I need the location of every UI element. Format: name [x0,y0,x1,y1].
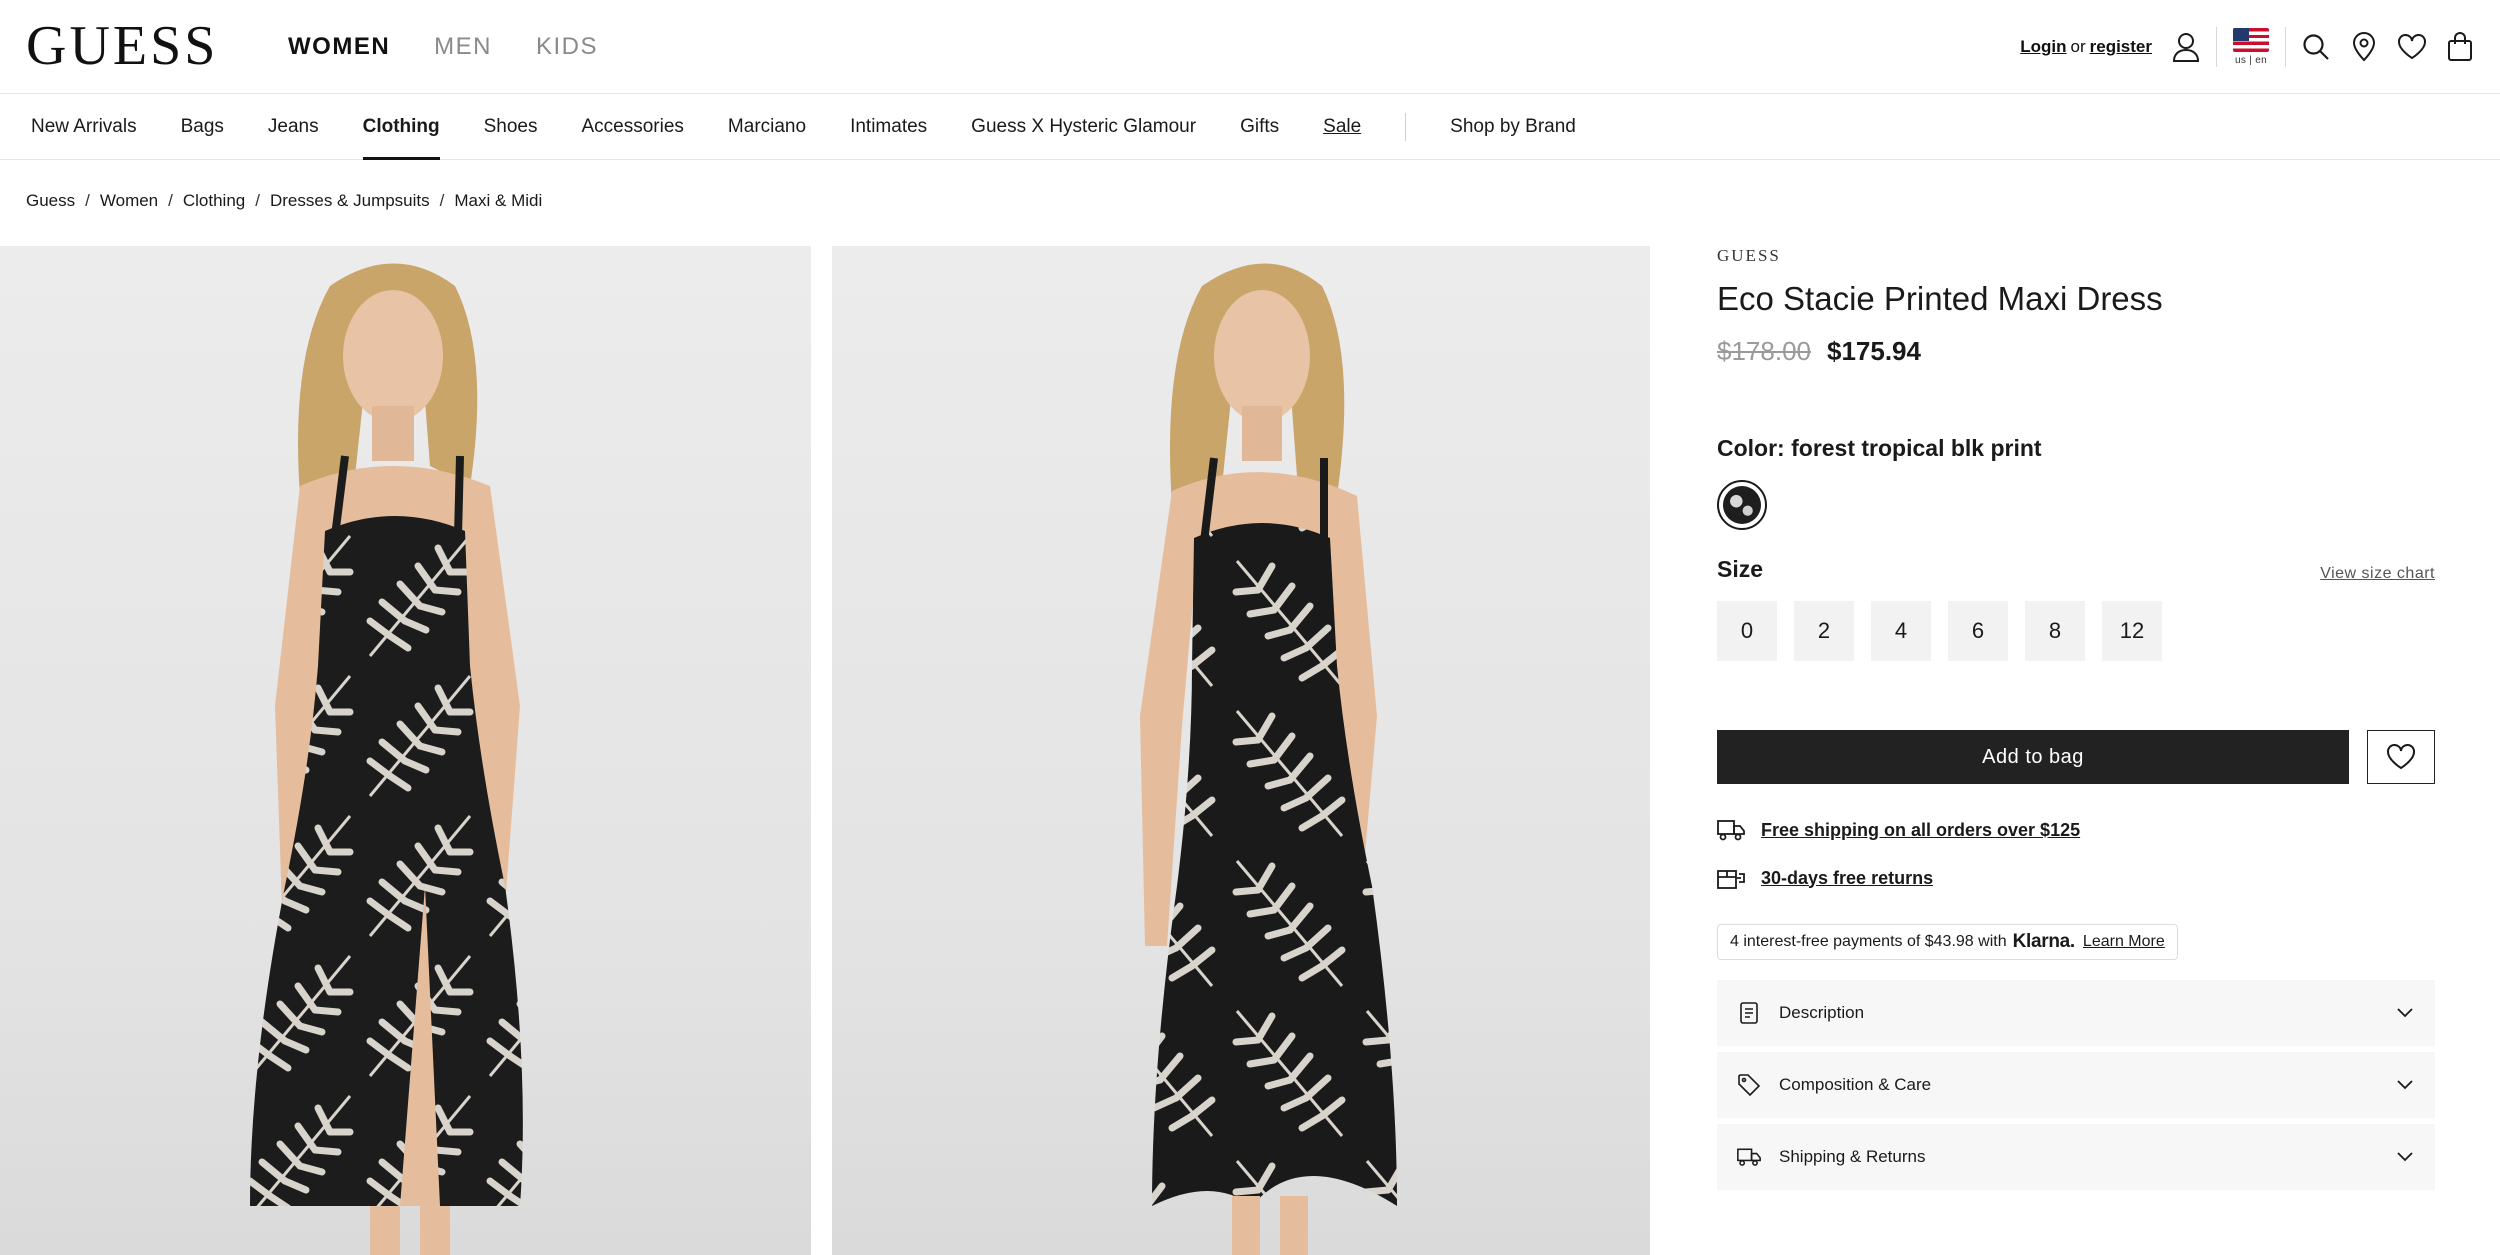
size-option[interactable]: 0 [1717,601,1777,661]
klarna-learn-more[interactable]: Learn More [2083,933,2165,951]
login-link[interactable]: Login [2020,37,2066,56]
truck-icon [1717,816,1745,844]
register-link[interactable]: register [2090,37,2152,56]
nav-hysteric-glamour[interactable]: Guess X Hysteric Glamour [971,94,1196,160]
tab-kids[interactable]: KIDS [536,30,598,64]
product-prices: $178.00 $175.94 [1717,336,2435,367]
category-nav: New Arrivals Bags Jeans Clothing Shoes A… [0,94,2500,160]
nav-new-arrivals[interactable]: New Arrivals [31,94,137,160]
nav-marciano[interactable]: Marciano [728,94,806,160]
product-accordions: Description Composition & Care Shipping … [1717,980,2435,1190]
klarna-banner: 4 interest-free payments of $43.98 with … [1717,924,2178,960]
location-icon[interactable] [2348,31,2380,63]
nav-shoes[interactable]: Shoes [484,94,538,160]
size-option[interactable]: 2 [1794,601,1854,661]
site-header: GUESS WOMEN MEN KIDS Login or register us … [0,0,2500,94]
nav-gifts[interactable]: Gifts [1240,94,1279,160]
breadcrumb-dresses[interactable]: Dresses & Jumpsuits [270,191,430,211]
free-returns-text: 30-days free returns [1761,867,1934,888]
free-shipping-text: Free shipping on all orders over $125 [1761,819,2081,840]
chevron-down-icon [2395,1075,2415,1095]
bag-icon[interactable] [2444,31,2476,63]
color-label: Color: [1717,435,1785,461]
size-option[interactable]: 8 [2025,601,2085,661]
tag-icon [1737,1073,1761,1097]
product-title: Eco Stacie Printed Maxi Dress [1717,280,2163,317]
breadcrumb-women[interactable]: Women [100,191,158,211]
nav-jeans[interactable]: Jeans [268,94,319,160]
tab-women[interactable]: WOMEN [288,30,390,64]
header-divider [2285,27,2286,67]
locale-label: us | en [2235,55,2267,66]
product-image-angle[interactable] [832,246,1650,1255]
free-returns-link[interactable]: 30-days free returns [1717,864,2435,892]
color-swatch[interactable] [1717,480,1767,530]
truck-icon [1737,1145,1761,1169]
nav-divider [1405,113,1407,141]
gender-nav: WOMEN MEN KIDS [288,30,598,64]
nav-shop-by-brand[interactable]: Shop by Brand [1450,94,1576,160]
login-or: or [2070,37,2086,56]
breadcrumb-clothing[interactable]: Clothing [183,191,245,211]
nav-bags[interactable]: Bags [181,94,224,160]
document-icon [1737,1001,1761,1025]
klarna-logo: Klarna. [2012,931,2076,952]
accordion-label: Shipping & Returns [1779,1147,1926,1166]
chevron-down-icon [2395,1147,2415,1167]
tab-men[interactable]: MEN [434,30,492,64]
size-chart-link[interactable]: View size chart [2320,565,2435,583]
size-option[interactable]: 6 [1948,601,2008,661]
size-option[interactable]: 4 [1871,601,1931,661]
search-icon[interactable] [2300,31,2332,63]
heart-icon[interactable] [2396,31,2428,63]
size-header: Size View size chart [1717,556,2435,583]
accordion-label: Description [1779,1003,1865,1022]
nav-sale[interactable]: Sale [1323,94,1361,160]
accordion-composition[interactable]: Composition & Care [1717,1052,2435,1118]
free-shipping-link[interactable]: Free shipping on all orders over $125 [1717,816,2435,844]
product-brand: GUESS [1717,246,1781,265]
chevron-down-icon [2395,1003,2415,1023]
nav-accessories[interactable]: Accessories [582,94,684,160]
breadcrumb-guess[interactable]: Guess [26,191,75,211]
breadcrumb-maxi-midi[interactable]: Maxi & Midi [454,191,542,211]
add-to-bag-button[interactable]: Add to bag [1717,730,2350,784]
user-icon[interactable] [2170,31,2202,63]
nav-intimates[interactable]: Intimates [850,94,927,160]
wishlist-button[interactable] [2367,730,2435,784]
accordion-description[interactable]: Description [1717,980,2435,1046]
product-image-front[interactable] [0,246,811,1255]
breadcrumb: Guess / Women / Clothing / Dresses & Jum… [26,191,543,211]
klarna-text: 4 interest-free payments of $43.98 with [1730,933,2007,950]
size-options: 0 2 4 6 8 12 [1717,601,2435,661]
header-actions: Login or register us | en [2020,22,2476,72]
accordion-label: Composition & Care [1779,1075,1932,1094]
heart-icon [2387,744,2416,770]
size-label: Size [1717,556,1764,582]
color-selector: Color: forest tropical blk print [1717,435,2435,462]
login-register: Login or register [2020,37,2152,57]
accordion-shipping[interactable]: Shipping & Returns [1717,1124,2435,1190]
price-original: $178.00 [1717,336,1811,366]
product-panel: GUESS Eco Stacie Printed Maxi Dress $178… [1717,246,2435,1196]
nav-clothing[interactable]: Clothing [362,94,440,160]
color-value: forest tropical blk print [1791,435,2042,461]
locale-selector[interactable]: us | en [2231,28,2271,66]
price-sale: $175.94 [1826,336,1921,366]
guess-logo[interactable]: GUESS [26,18,218,74]
size-option[interactable]: 12 [2102,601,2162,661]
flag-icon [2233,28,2269,52]
purchase-actions: Add to bag [1717,730,2435,784]
return-box-icon [1717,864,1745,892]
header-divider [2216,27,2217,67]
